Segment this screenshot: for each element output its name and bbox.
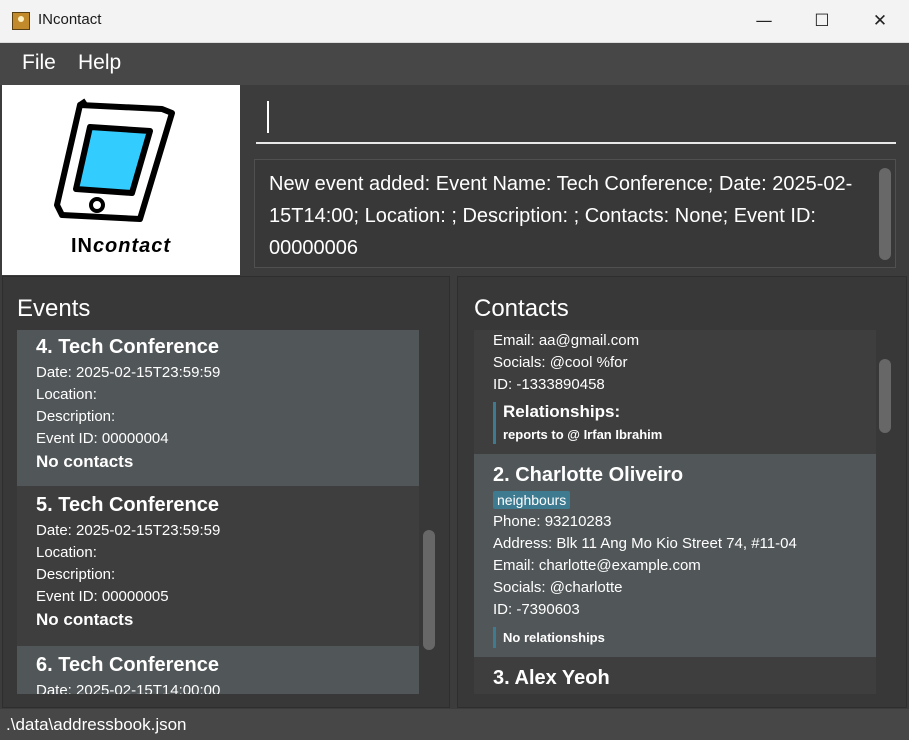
contact-id: ID: -1333890458 bbox=[493, 376, 605, 393]
event-location: Location: bbox=[36, 386, 97, 403]
logo-wordmark: INcontact bbox=[70, 235, 172, 257]
relationships-block: Relationships: reports to @ Irfan Ibrahi… bbox=[493, 402, 876, 444]
minimize-button[interactable]: — bbox=[735, 0, 793, 42]
event-card[interactable]: 5. Tech Conference Date: 2025-02-15T23:5… bbox=[17, 486, 419, 646]
contact-card[interactable]: 3. Alex Yeoh bbox=[474, 657, 876, 694]
event-title: 5. Tech Conference bbox=[36, 494, 220, 516]
event-date: Date: 2025-02-15T23:59:59 bbox=[36, 364, 221, 381]
event-date: Date: 2025-02-15T14:00:00 bbox=[36, 682, 221, 694]
event-contacts: No contacts bbox=[36, 452, 134, 471]
close-button[interactable]: ✕ bbox=[851, 0, 909, 42]
event-description: Description: bbox=[36, 566, 116, 583]
events-title: Events bbox=[17, 295, 91, 322]
window-title: INcontact bbox=[38, 11, 102, 28]
contact-card[interactable]: Email: aa@gmail.com Socials: @cool %for … bbox=[474, 330, 876, 454]
text-caret bbox=[267, 101, 269, 133]
contact-email: Email: aa@gmail.com bbox=[493, 332, 640, 349]
relationships-heading: Relationships: bbox=[503, 402, 621, 421]
event-id: Event ID: 00000005 bbox=[36, 588, 169, 605]
contact-phone: Phone: 93210283 bbox=[493, 513, 612, 530]
save-location: .\data\addressbook.json bbox=[6, 715, 187, 734]
result-scrollbar[interactable] bbox=[879, 168, 891, 260]
events-list: 4. Tech Conference Date: 2025-02-15T23:5… bbox=[17, 330, 419, 694]
contact-name: 2. Charlotte Oliveiro bbox=[493, 464, 684, 486]
contact-socials: Socials: @charlotte bbox=[493, 579, 623, 596]
menu-file[interactable]: File bbox=[22, 51, 56, 75]
event-location: Location: bbox=[36, 544, 97, 561]
event-card[interactable]: 4. Tech Conference Date: 2025-02-15T23:5… bbox=[17, 330, 419, 486]
menu-bar: File Help bbox=[0, 43, 909, 85]
contact-address: Address: Blk 11 Ang Mo Kio Street 74, #1… bbox=[493, 535, 797, 552]
contact-id: ID: -7390603 bbox=[493, 601, 580, 618]
app-logo: INcontact bbox=[2, 85, 240, 275]
phone-logo-icon bbox=[54, 98, 175, 222]
title-bar: INcontact — ☐ ✕ bbox=[0, 0, 909, 43]
event-title: 4. Tech Conference bbox=[36, 336, 220, 358]
event-id: Event ID: 00000004 bbox=[36, 430, 169, 447]
contacts-title: Contacts bbox=[474, 295, 569, 322]
result-message: New event added: Event Name: Tech Confer… bbox=[269, 173, 853, 259]
event-date: Date: 2025-02-15T23:59:59 bbox=[36, 522, 221, 539]
status-bar: .\data\addressbook.json bbox=[0, 709, 909, 740]
relationship-item: reports to @ Irfan Ibrahim bbox=[503, 427, 663, 442]
event-description: Description: bbox=[36, 408, 116, 425]
contacts-scrollbar[interactable] bbox=[879, 359, 891, 433]
event-contacts: No contacts bbox=[36, 610, 134, 629]
contact-card[interactable]: 2. Charlotte Oliveiro neighbours Phone: … bbox=[474, 454, 876, 657]
contact-tag: neighbours bbox=[493, 491, 571, 509]
contact-email: Email: charlotte@example.com bbox=[493, 557, 701, 574]
event-title: 6. Tech Conference bbox=[36, 654, 220, 676]
event-card[interactable]: 6. Tech Conference Date: 2025-02-15T14:0… bbox=[17, 646, 419, 694]
contacts-panel: Contacts Email: aa@gmail.com Socials: @c… bbox=[457, 276, 907, 708]
contact-name: 3. Alex Yeoh bbox=[493, 667, 610, 689]
relationships-none: No relationships bbox=[493, 627, 876, 648]
maximize-button[interactable]: ☐ bbox=[793, 0, 851, 42]
contacts-list: Email: aa@gmail.com Socials: @cool %for … bbox=[474, 330, 876, 694]
events-panel: Events 4. Tech Conference Date: 2025-02-… bbox=[2, 276, 450, 708]
result-display: New event added: Event Name: Tech Confer… bbox=[254, 159, 896, 268]
app-icon bbox=[12, 12, 30, 30]
events-scrollbar[interactable] bbox=[423, 530, 435, 650]
contact-socials: Socials: @cool %for bbox=[493, 354, 628, 371]
command-input[interactable] bbox=[256, 90, 896, 144]
menu-help[interactable]: Help bbox=[78, 51, 121, 75]
